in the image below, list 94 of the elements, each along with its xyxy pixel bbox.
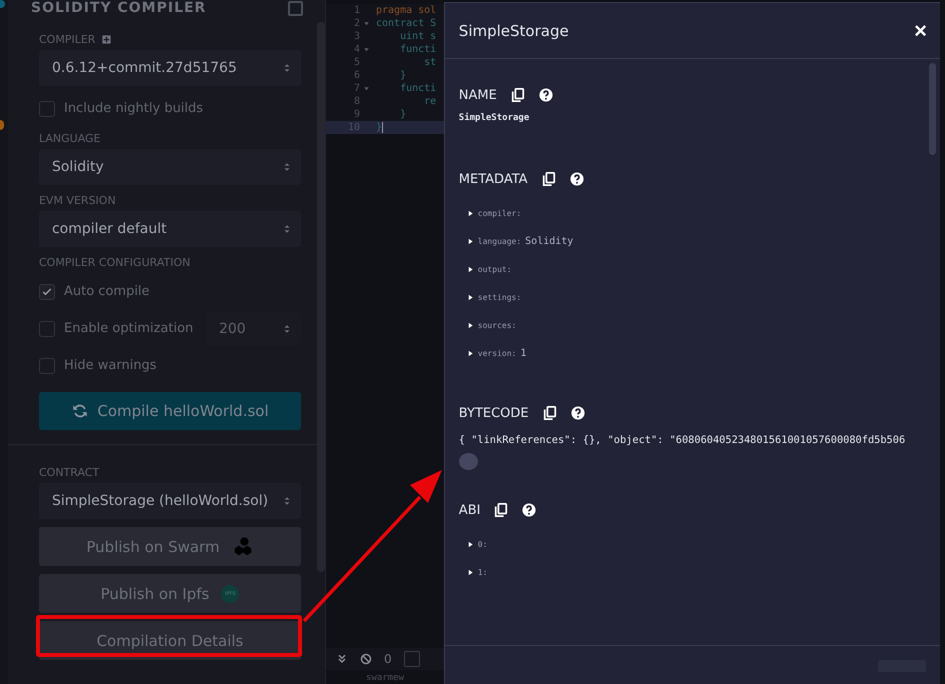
help-icon[interactable] <box>538 88 553 102</box>
expand-icon[interactable] <box>466 540 474 548</box>
section-heading: NAME <box>458 88 497 102</box>
copy-icon[interactable] <box>510 88 525 102</box>
expand-icon[interactable] <box>466 264 474 274</box>
collapse-icon[interactable] <box>336 653 348 665</box>
field-label: LANGUAGE <box>38 132 100 144</box>
checkbox[interactable] <box>38 284 55 300</box>
line-number: 6 <box>354 70 360 81</box>
line-number: 1 <box>354 5 360 16</box>
check-icon <box>40 286 53 298</box>
copy-icon[interactable] <box>542 406 557 420</box>
section-heading: ABI <box>458 502 480 518</box>
plugin-icon[interactable] <box>0 120 4 130</box>
expand-icon[interactable] <box>466 208 474 218</box>
section-heading: METADATA <box>458 172 528 186</box>
select-field[interactable]: compiler default <box>38 211 301 247</box>
checkbox-label: Auto compile <box>64 284 150 299</box>
refresh-icon <box>71 402 90 420</box>
select-field[interactable]: SimpleStorage (helloWorld.sol) <box>38 483 301 519</box>
code-line: pragma sol <box>376 5 436 16</box>
add-icon[interactable] <box>101 34 112 44</box>
line-number: 8 <box>354 96 360 107</box>
tree-key[interactable]: 1: <box>478 568 488 576</box>
line-number: 5 <box>354 57 360 68</box>
checkbox[interactable] <box>404 651 420 667</box>
fold-icon[interactable] <box>362 85 370 92</box>
checkbox-label: Hide warnings <box>64 358 157 373</box>
field-label: EVM VERSION <box>38 194 116 206</box>
log-count: 0 <box>384 652 392 666</box>
contract-name: SimpleStorage <box>458 113 530 123</box>
sort-icon <box>282 495 292 507</box>
tree-value: Solidity <box>525 236 574 246</box>
sort-icon <box>282 322 292 334</box>
modal-title: SimpleStorage <box>458 22 569 40</box>
select-field[interactable]: Solidity <box>38 149 301 185</box>
sort-icon <box>282 62 292 74</box>
help-icon[interactable] <box>522 503 536 517</box>
expand-icon[interactable] <box>466 348 474 358</box>
line-number: 4 <box>354 44 360 55</box>
fold-icon[interactable] <box>362 20 370 27</box>
expand-icon[interactable] <box>466 320 474 330</box>
checkbox[interactable] <box>38 358 55 374</box>
code-line: contract S <box>376 18 436 29</box>
tree-key[interactable]: language: <box>478 236 522 246</box>
tree-key[interactable]: sources: <box>478 320 516 330</box>
help-icon[interactable] <box>570 172 584 186</box>
bytecode-text: { "linkReferences": {}, "object": "608060405234801561001057600080fd5b506 <box>458 433 906 447</box>
code-line: functi <box>399 83 436 94</box>
expand-icon[interactable] <box>466 568 474 576</box>
copy-icon[interactable] <box>542 172 556 186</box>
field-label: COMPILER <box>38 32 96 46</box>
code-line: re <box>423 96 436 107</box>
fold-icon[interactable] <box>362 46 370 53</box>
panel-title: SOLIDITY COMPILER <box>30 0 206 16</box>
scrollbar[interactable] <box>929 63 936 155</box>
expand-icon[interactable] <box>466 292 474 302</box>
help-icon[interactable] <box>570 406 585 420</box>
line-number: 7 <box>354 83 360 94</box>
close-button[interactable]: × <box>914 22 927 40</box>
code-line: } <box>399 70 406 81</box>
expand-icon[interactable] <box>466 236 474 246</box>
checkbox[interactable] <box>38 320 55 336</box>
line-number: 3 <box>354 31 360 42</box>
checkbox-label: Include nightly builds <box>64 101 204 116</box>
section-heading: BYTECODE <box>458 406 529 420</box>
tree-value: 1 <box>520 348 526 358</box>
select-field[interactable]: 0.6.12+commit.27d51765 <box>38 50 301 86</box>
scrollbar[interactable] <box>316 22 325 572</box>
line-number: 2 <box>354 18 360 29</box>
tree-key[interactable]: version: <box>478 348 516 358</box>
clear-icon[interactable] <box>360 653 372 665</box>
line-number: 9 <box>354 109 360 120</box>
field-label: CONTRACT <box>38 466 100 478</box>
field-label: COMPILER CONFIGURATION <box>38 256 190 268</box>
copy-icon[interactable] <box>494 503 508 517</box>
code-line: functi <box>399 44 436 55</box>
round-handle[interactable] <box>458 453 478 470</box>
code-line: } <box>376 122 384 133</box>
tree-key[interactable]: 0: <box>478 540 488 548</box>
tree-key[interactable]: compiler: <box>478 208 522 218</box>
checkbox-label: Enable optimization <box>64 321 194 336</box>
code-line: } <box>399 109 406 120</box>
compile-button[interactable]: Compile helloWorld.sol <box>38 392 301 430</box>
plugin-icon[interactable] <box>0 0 5 8</box>
code-line: st <box>423 57 436 68</box>
checkbox[interactable] <box>38 100 55 116</box>
publish-button[interactable]: Publish on Swarm <box>38 527 301 566</box>
tree-key[interactable]: settings: <box>478 292 522 302</box>
sort-icon <box>282 223 292 235</box>
tree-key[interactable]: output: <box>478 264 512 274</box>
log-text: swarmew <box>366 674 405 683</box>
code-line: uint s <box>399 31 436 42</box>
sort-icon <box>282 161 292 173</box>
